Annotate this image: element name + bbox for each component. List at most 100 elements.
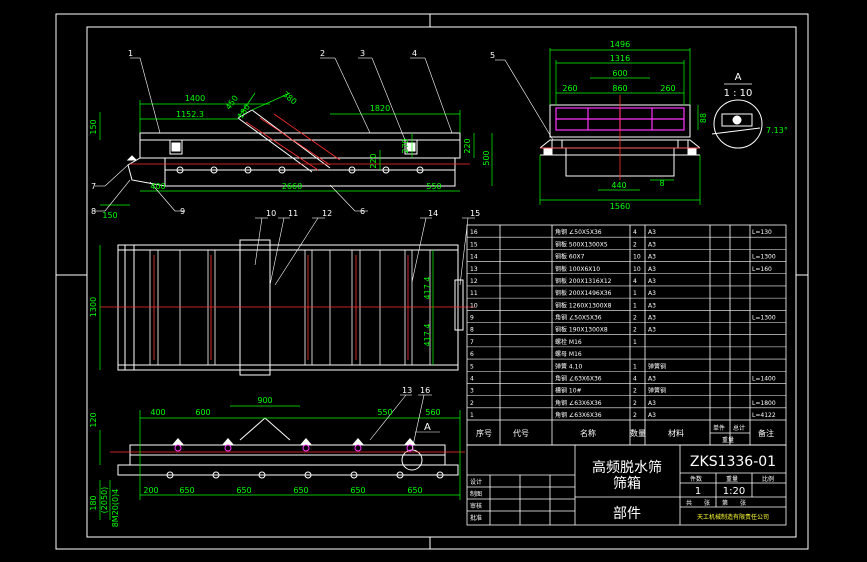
callout-13: 13 — [402, 386, 412, 395]
dim-450: 450 — [224, 94, 240, 112]
callout-14: 14 — [428, 209, 438, 218]
callout-3: 3 — [360, 49, 365, 58]
bom-header-note: 备注 — [758, 428, 774, 438]
bottom-view: 900 400 600 550 560 120 180 200 650 650 … — [89, 386, 465, 527]
detail-a-scale: 1 : 10 — [724, 88, 753, 99]
dim-1560: 1560 — [610, 202, 630, 211]
dim-440: 440 — [611, 181, 626, 190]
dim-150b: 150 — [102, 211, 117, 220]
dim-8m20: 8M20(0)4 — [111, 489, 120, 528]
dim-150: 150 — [89, 119, 98, 134]
dim-560: 560 — [425, 408, 440, 417]
role-draw: 制图 — [470, 490, 482, 498]
dim-220b: 220 — [369, 153, 378, 168]
drawing-subtitle: 部件 — [613, 506, 641, 522]
dim-1152-3: 1152.3 — [176, 110, 204, 119]
bom-cell-name: 螺母 M16 — [555, 350, 582, 358]
dim-550: 550 — [426, 182, 441, 191]
dim-400b: 400 — [150, 408, 165, 417]
bom-cell-mat: A3 — [648, 241, 656, 248]
dim-650a: 650 — [179, 486, 194, 495]
dim-260b: 260 — [660, 84, 675, 93]
bom-header-mat: 材料 — [668, 428, 684, 438]
dim-260a: 260 — [562, 84, 577, 93]
bom-cell-no: 16 — [470, 229, 478, 236]
dim-2050: (2050) — [100, 487, 109, 514]
bom-cell-no: 3 — [470, 388, 474, 395]
bom-cell-mat: A3 — [648, 327, 656, 334]
value-qty: 1 — [695, 486, 701, 497]
bom-cell-qty: 10 — [633, 254, 641, 261]
dim-200: 200 — [143, 486, 158, 495]
bom-cell-mat: A3 — [648, 400, 656, 407]
callout-1: 1 — [128, 49, 133, 58]
dim-600b: 600 — [195, 408, 210, 417]
dim-900: 900 — [257, 396, 272, 405]
callout-2: 2 — [320, 49, 325, 58]
bom-cell-no: 2 — [470, 400, 474, 407]
bom-cell-note: L=1300 — [752, 315, 776, 322]
bom-cell-qty: 2 — [633, 400, 637, 407]
bom-cell-no: 8 — [470, 327, 474, 334]
bom-cell-qty: 10 — [633, 266, 641, 273]
bom-cell-name: 角钢 ∠63X6X36 — [555, 374, 602, 382]
bom-cell-qty: 2 — [633, 388, 637, 395]
bom-cell-no: 15 — [470, 241, 478, 248]
dim-1300: 1300 — [89, 297, 98, 317]
label-weight: 重量 — [726, 475, 738, 483]
bom-cell-mat: 弹簧钢 — [648, 362, 666, 370]
bom-header-name: 名称 — [580, 428, 596, 438]
dim-417-4a: 417.4 — [423, 277, 432, 300]
dim-650d: 650 — [350, 486, 365, 495]
bom-cell-qty: 1 — [633, 290, 637, 297]
bom-cell-no: 5 — [470, 363, 474, 370]
bom-cell-mat: A3 — [648, 412, 656, 419]
company-name: 天工机械制造有限责任公司 — [697, 513, 769, 521]
dim-650c: 650 — [293, 486, 308, 495]
bom-cell-no: 9 — [470, 315, 474, 322]
bom-cell-qty: 2 — [633, 327, 637, 334]
callout-a: A — [424, 422, 431, 433]
bom-header-qty: 数量 — [630, 428, 646, 438]
dim-600: 600 — [612, 69, 627, 78]
bom-header-no: 序号 — [476, 428, 492, 438]
bom-cell-qty: 2 — [633, 241, 637, 248]
bom-cell-qty: 2 — [633, 412, 637, 419]
bom-cell-qty: 1 — [633, 363, 637, 370]
role-approve: 批准 — [470, 514, 482, 522]
cad-drawing-canvas: 1400 1152.3 450 180 380 1820 150 220 270… — [55, 13, 809, 550]
bom-cell-no: 12 — [470, 278, 478, 285]
bom-header-weight: 重量 — [722, 436, 734, 444]
dim-1496: 1496 — [610, 40, 630, 49]
bom-cell-name: 钢板 1260X1300X8 — [555, 301, 612, 309]
dim-550b: 550 — [377, 408, 392, 417]
callout-12: 12 — [322, 209, 332, 218]
bom-cell-note: L=130 — [752, 229, 772, 236]
dim-380: 380 — [281, 90, 298, 107]
bom-header-total-w: 总计 — [733, 424, 745, 432]
bom-cell-no: 14 — [470, 254, 478, 261]
bom-cell-name: 钢板 200X1496X36 — [555, 289, 612, 297]
bom-cell-note: L=160 — [752, 266, 772, 273]
detail-a: A 1 : 10 7.13° — [711, 72, 788, 149]
bom-cell-no: 1 — [470, 412, 474, 419]
bom-header-unit-w: 单件 — [713, 424, 725, 432]
bom-cell-name: 钢板 190X1300X8 — [555, 326, 608, 334]
callout-16: 16 — [420, 386, 430, 395]
dim-1820: 1820 — [370, 104, 390, 113]
dim-860: 860 — [612, 84, 627, 93]
dim-500: 500 — [482, 150, 491, 165]
bom-cell-no: 11 — [470, 290, 478, 297]
drawing-number: ZKS1336-01 — [690, 454, 776, 470]
bom-cell-name: 弹簧 4.10 — [555, 362, 582, 370]
bom-cell-name: 角钢 ∠63X6X36 — [555, 399, 602, 407]
value-scale: 1:20 — [723, 486, 745, 497]
end-view: 1496 1316 600 260 860 260 88 440 8 1560 … — [490, 40, 708, 211]
bom-cell-mat: A3 — [648, 302, 656, 309]
plan-view: 1300 417.4 417.4 10 11 12 14 15 — [89, 209, 480, 376]
bom-cell-name: 螺栓 M16 — [555, 338, 582, 346]
bom-cell-note: L=1400 — [752, 375, 776, 382]
bom-cell-mat: A3 — [648, 290, 656, 297]
dim-400: 400 — [150, 182, 165, 191]
bom-cell-mat: A3 — [648, 278, 656, 285]
